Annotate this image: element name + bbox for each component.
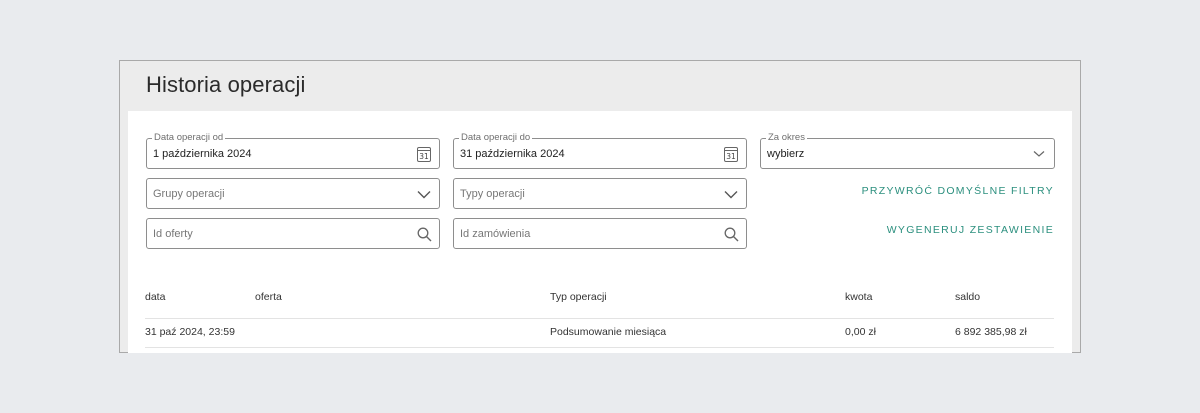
- operation-types-select[interactable]: Typy operacji: [453, 178, 747, 209]
- reset-filters-button[interactable]: PRZYWRÓĆ DOMYŚLNE FILTRY: [862, 185, 1054, 197]
- row-type: Podsumowanie miesiąca: [550, 326, 667, 338]
- offer-id-input[interactable]: [153, 228, 393, 240]
- date-to-value: 31 października 2024: [460, 148, 565, 160]
- chevron-down-icon: [416, 186, 432, 202]
- calendar-icon[interactable]: 31: [416, 146, 432, 162]
- order-id-field[interactable]: [453, 218, 747, 249]
- chevron-down-icon: [723, 186, 739, 202]
- filters-card: Data operacji od 1 października 2024 31 …: [128, 111, 1072, 353]
- generate-report-button[interactable]: WYGENERUJ ZESTAWIENIE: [887, 224, 1054, 236]
- header-type: Typ operacji: [550, 291, 607, 303]
- operation-groups-placeholder: Grupy operacji: [153, 188, 225, 200]
- operation-history-panel: Historia operacji Data operacji od 1 paź…: [119, 60, 1081, 353]
- calendar-icon-day: 31: [724, 146, 738, 162]
- date-to-label: Data operacji do: [459, 132, 533, 144]
- calendar-icon-day: 31: [417, 146, 431, 162]
- row-balance: 6 892 385,98 zł: [955, 326, 1027, 338]
- date-from-label: Data operacji od: [152, 132, 226, 144]
- date-from-field[interactable]: Data operacji od 1 października 2024 31: [146, 132, 440, 169]
- header-date: data: [145, 291, 166, 303]
- header-balance: saldo: [955, 291, 981, 303]
- page-title: Historia operacji: [146, 72, 306, 97]
- offer-id-field[interactable]: [146, 218, 440, 249]
- date-from-value: 1 października 2024: [153, 148, 252, 160]
- date-to-field[interactable]: Data operacji do 31 października 2024 31: [453, 132, 747, 169]
- table-row[interactable]: 31 paź 2024, 23:59 Podsumowanie miesiąca…: [145, 320, 1054, 348]
- search-icon[interactable]: [723, 226, 739, 242]
- period-value: wybierz: [767, 148, 805, 160]
- chevron-down-icon: [1031, 146, 1047, 162]
- row-date: 31 paź 2024, 23:59: [145, 326, 235, 338]
- table-header: data oferta Typ operacji kwota saldo: [145, 291, 1054, 319]
- search-icon[interactable]: [416, 226, 432, 242]
- order-id-input[interactable]: [460, 228, 700, 240]
- period-select[interactable]: Za okres wybierz: [760, 132, 1055, 169]
- row-amount: 0,00 zł: [845, 326, 876, 338]
- calendar-icon[interactable]: 31: [723, 146, 739, 162]
- header-offer: oferta: [255, 291, 282, 303]
- header-amount: kwota: [845, 291, 873, 303]
- operation-groups-select[interactable]: Grupy operacji: [146, 178, 440, 209]
- operation-types-placeholder: Typy operacji: [460, 188, 525, 200]
- period-label: Za okres: [766, 132, 807, 144]
